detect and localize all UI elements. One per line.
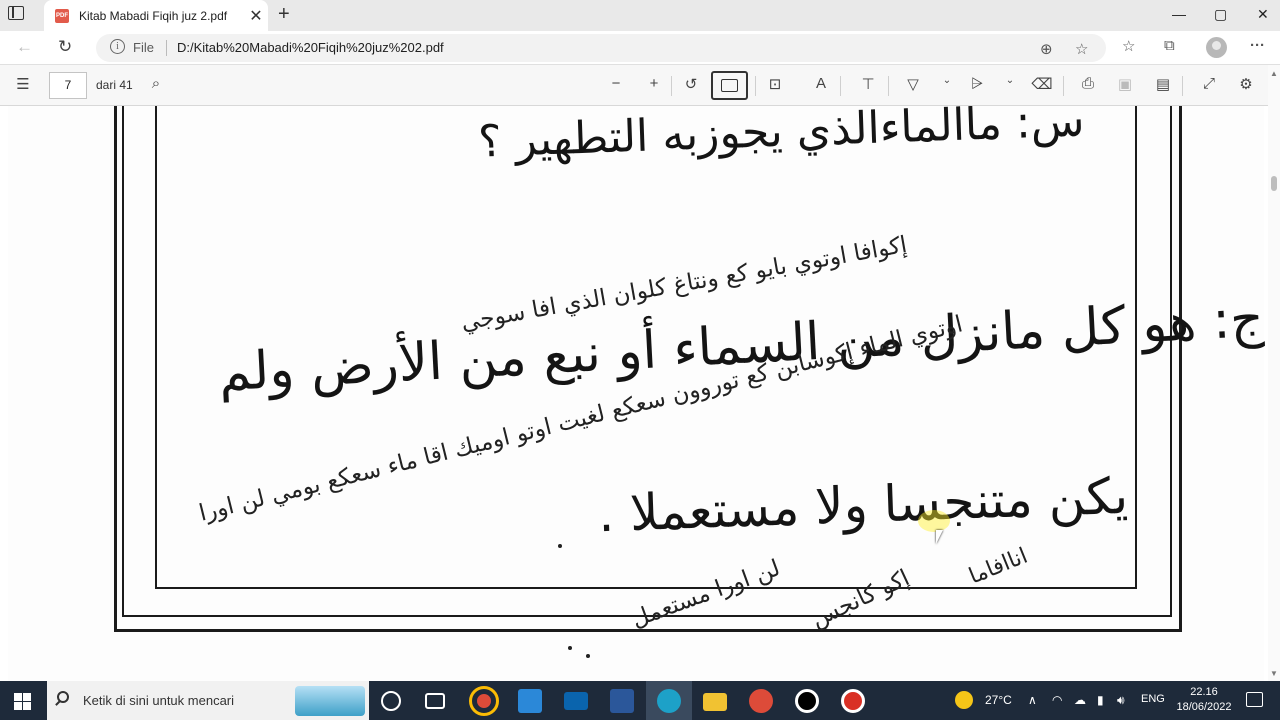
zoom-in-icon[interactable]: + (643, 75, 665, 92)
new-tab-button[interactable]: + (278, 3, 290, 26)
refresh-button[interactable]: ↻ (58, 37, 72, 57)
zoom-out-icon[interactable]: − (605, 75, 627, 92)
minimize-button[interactable]: — (1172, 6, 1186, 22)
pdf-file-icon: PDF (55, 8, 69, 23)
erase-icon[interactable]: ⌫ (1031, 75, 1053, 93)
maximize-button[interactable]: ▢ (1214, 6, 1227, 23)
tab-pdf[interactable]: PDF Kitab Mabadi Fiqih juz 2.pdf ✕ (44, 0, 268, 31)
clock-date: 18/06/2022 (1176, 701, 1232, 713)
page-total: dari 41 (96, 78, 133, 92)
collections-icon[interactable]: ⧉ (1164, 37, 1175, 54)
toolbar-divider (671, 76, 672, 96)
fullscreen-icon[interactable]: ⤢ (1198, 75, 1220, 92)
save-as-icon[interactable]: ▤ (1152, 75, 1174, 93)
word-icon[interactable] (610, 689, 634, 713)
highlight-icon[interactable]: ⩥ (966, 75, 988, 92)
draw-options-icon[interactable]: ⌄ (936, 75, 958, 86)
highlight-options-icon[interactable]: ⌄ (999, 75, 1021, 86)
pdf-viewer[interactable]: س: ماالماءالذي يجوزبه التطهير ؟ إكوافا ا… (0, 106, 1268, 681)
profile-icon[interactable] (1206, 37, 1227, 58)
chrome-icon[interactable] (469, 686, 499, 716)
toolbar-divider (1182, 76, 1183, 96)
settings-icon[interactable]: ⚙ (1235, 75, 1257, 93)
read-aloud-icon[interactable]: A (810, 75, 832, 92)
zoom-icon[interactable]: ⊕ (1040, 40, 1053, 58)
url-text[interactable]: D:/Kitab%20Mabadi%20Fiqih%20juz%202.pdf (177, 40, 444, 55)
tab-bar: PDF Kitab Mabadi Fiqih juz 2.pdf ✕ + — ▢… (0, 0, 1280, 31)
tray-expand-icon[interactable]: ∧ (1028, 693, 1037, 707)
microphone-icon[interactable]: ▮ (1097, 693, 1104, 707)
volume-icon[interactable]: 🔊︎ (1117, 693, 1125, 708)
search-highlight-image (295, 686, 365, 716)
search-icon (57, 691, 69, 703)
record-icon[interactable] (841, 689, 865, 713)
cortana-icon[interactable] (381, 691, 401, 711)
info-icon[interactable]: i (110, 39, 125, 54)
page-number-input[interactable]: 7 (49, 72, 87, 99)
scroll-thumb[interactable] (1271, 176, 1277, 191)
cursor-highlight (918, 510, 950, 532)
clock-time: 22.16 (1190, 686, 1218, 698)
pdf-toolbar: ☰ 7 dari 41 ⌕ − + ↺ ⊡ A ⊤ ▽ ⌄ ⩥ ⌄ ⌫ ⎙ ▣ … (0, 65, 1280, 106)
clock[interactable]: 22.16 18/06/2022 (1176, 685, 1232, 715)
notification-icon[interactable] (1246, 692, 1263, 707)
stray-dot (558, 544, 562, 548)
search-icon[interactable]: ⌕ (145, 75, 167, 92)
taskbar-search[interactable]: Ketik di sini untuk mencari (47, 681, 369, 720)
scheme-label: File (133, 40, 154, 55)
cloud-icon[interactable]: ☁ (1074, 693, 1086, 707)
taskbar: Ketik di sini untuk mencari 27°C ∧ ◠ ☁ ▮… (0, 681, 1280, 720)
address-bar-row: ← ↻ i File D:/Kitab%20Mabadi%20Fiqih%20j… (0, 31, 1280, 65)
favorites-icon[interactable]: ☆ (1122, 37, 1135, 55)
more-icon[interactable]: ··· (1250, 37, 1265, 54)
scroll-down-icon[interactable]: ▼ (1270, 669, 1278, 678)
file-explorer-icon[interactable] (703, 693, 727, 711)
stray-dot (568, 646, 572, 650)
rotate-icon[interactable]: ↺ (680, 75, 702, 93)
store-icon[interactable] (518, 689, 542, 713)
text-icon[interactable]: ⊤ (857, 75, 879, 93)
language-indicator[interactable]: ENG (1141, 693, 1165, 705)
fit-icon[interactable] (711, 71, 748, 100)
address-divider (166, 40, 167, 56)
tab-title: Kitab Mabadi Fiqih juz 2.pdf (79, 8, 228, 23)
toolbar-divider (755, 76, 756, 96)
pdf-page: س: ماالماءالذي يجوزبه التطهير ؟ إكوافا ا… (8, 106, 1265, 681)
record-icon[interactable] (795, 689, 819, 713)
stray-dot (586, 654, 590, 658)
toolbar-divider (840, 76, 841, 96)
windows-start-icon[interactable] (14, 693, 31, 710)
mail-icon[interactable] (564, 692, 588, 710)
chrome-profile-icon[interactable] (749, 689, 773, 713)
tab-close-icon[interactable]: ✕ (244, 6, 268, 26)
print-icon[interactable]: ⎙ (1077, 75, 1099, 92)
draw-icon[interactable]: ▽ (902, 75, 924, 93)
address-bar[interactable]: i File D:/Kitab%20Mabadi%20Fiqih%20juz%2… (96, 34, 1106, 62)
network-icon[interactable]: ◠ (1052, 693, 1062, 707)
contents-icon[interactable]: ☰ (12, 75, 34, 93)
weather-icon[interactable] (955, 691, 973, 709)
back-button[interactable]: ← (16, 37, 33, 57)
toolbar-divider (888, 76, 889, 96)
vertical-scrollbar[interactable]: ▲ ▼ (1268, 65, 1280, 681)
weather-temp[interactable]: 27°C (985, 693, 1012, 707)
toolbar-divider (1063, 76, 1064, 96)
task-view-icon[interactable] (425, 693, 445, 709)
close-window-button[interactable]: ✕ (1257, 6, 1269, 23)
tab-actions-icon[interactable] (8, 6, 24, 20)
page-view-icon[interactable]: ⊡ (764, 75, 786, 93)
scroll-up-icon[interactable]: ▲ (1270, 69, 1278, 78)
save-icon[interactable]: ▣ (1114, 75, 1136, 93)
favorite-add-icon[interactable]: ☆ (1075, 40, 1088, 58)
search-placeholder: Ketik di sini untuk mencari (83, 693, 235, 708)
edge-icon[interactable] (657, 689, 681, 713)
mouse-cursor-icon (936, 530, 943, 544)
